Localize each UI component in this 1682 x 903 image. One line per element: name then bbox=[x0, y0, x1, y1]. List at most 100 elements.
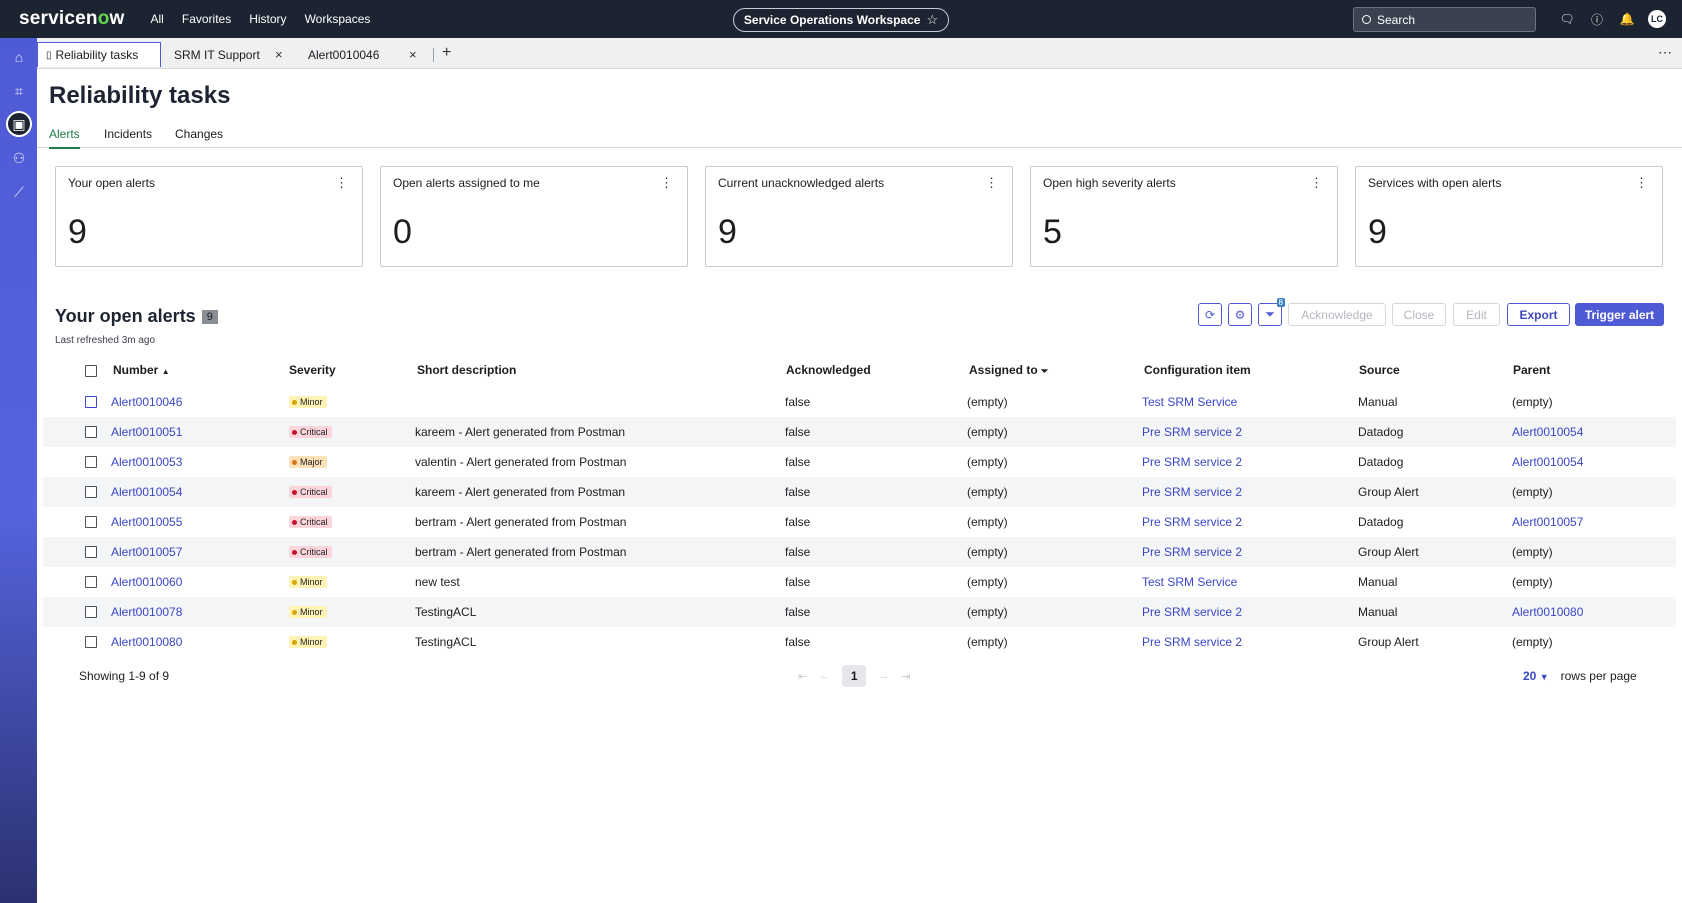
bell-icon[interactable]: 🔔 bbox=[1612, 12, 1642, 26]
configuration-item-link[interactable]: Pre SRM service 2 bbox=[1142, 485, 1242, 499]
tab-changes[interactable]: Changes bbox=[175, 127, 223, 147]
configuration-item-link[interactable]: Pre SRM service 2 bbox=[1142, 605, 1242, 619]
column-header-configuration-item[interactable]: Configuration item bbox=[1144, 363, 1251, 377]
parent-value[interactable]: Alert0010057 bbox=[1512, 515, 1583, 529]
alert-number-link[interactable]: Alert0010060 bbox=[111, 575, 182, 589]
star-icon[interactable]: ☆ bbox=[926, 12, 938, 28]
configuration-item-link[interactable]: Pre SRM service 2 bbox=[1142, 545, 1242, 559]
global-search-input[interactable]: Search bbox=[1353, 7, 1536, 32]
kebab-menu-icon[interactable]: ⋮ bbox=[660, 175, 673, 191]
configuration-item-link[interactable]: Pre SRM service 2 bbox=[1142, 455, 1242, 469]
column-header-parent[interactable]: Parent bbox=[1513, 363, 1550, 377]
servicenow-logo[interactable]: servicenow bbox=[19, 8, 125, 30]
settings-button[interactable]: ⚙ bbox=[1228, 303, 1252, 326]
alert-number-link[interactable]: Alert0010057 bbox=[111, 545, 182, 559]
parent-value[interactable]: Alert0010080 bbox=[1512, 605, 1583, 619]
row-checkbox[interactable] bbox=[85, 576, 97, 588]
kpi-card-unacknowledged[interactable]: Current unacknowledged alerts ⋮ 9 bbox=[705, 166, 1013, 267]
configuration-item-link[interactable]: Test SRM Service bbox=[1142, 575, 1237, 589]
row-checkbox[interactable] bbox=[85, 516, 97, 528]
table-row[interactable]: Alert0010078 Minor TestingACL false (empty) P… bbox=[43, 597, 1676, 627]
help-icon[interactable]: ⓘ bbox=[1582, 11, 1612, 28]
acknowledge-button[interactable]: Acknowledge bbox=[1288, 303, 1386, 326]
row-checkbox[interactable] bbox=[85, 456, 97, 468]
kebab-menu-icon[interactable]: ⋮ bbox=[1635, 175, 1648, 191]
row-checkbox[interactable] bbox=[85, 636, 97, 648]
configuration-item-link[interactable]: Test SRM Service bbox=[1142, 395, 1237, 409]
parent-value[interactable]: Alert0010054 bbox=[1512, 425, 1583, 439]
alert-number-link[interactable]: Alert0010055 bbox=[111, 515, 182, 529]
tab-alert[interactable]: Alert0010046 × bbox=[300, 42, 424, 67]
page-number[interactable]: 1 bbox=[842, 665, 867, 687]
alert-number-link[interactable]: Alert0010078 bbox=[111, 605, 182, 619]
first-page-icon[interactable]: ⇤ bbox=[798, 670, 807, 683]
refresh-button[interactable]: ⟳ bbox=[1198, 303, 1222, 326]
table-row[interactable]: Alert0010053 Major valentin - Alert genera… bbox=[43, 447, 1676, 477]
kpi-card-high-severity[interactable]: Open high severity alerts ⋮ 5 bbox=[1030, 166, 1338, 267]
alert-number-link[interactable]: Alert0010051 bbox=[111, 425, 182, 439]
alert-number-link[interactable]: Alert0010080 bbox=[111, 635, 182, 649]
alert-number-link[interactable]: Alert0010053 bbox=[111, 455, 182, 469]
column-header-severity[interactable]: Severity bbox=[289, 363, 336, 377]
group-icon[interactable]: ⚇ bbox=[6, 145, 32, 171]
row-checkbox[interactable] bbox=[85, 606, 97, 618]
tab-reliability-tasks[interactable]: ▯ Reliability tasks bbox=[37, 42, 161, 67]
edit-button[interactable]: Edit bbox=[1453, 303, 1500, 326]
kebab-menu-icon[interactable]: ⋮ bbox=[1310, 175, 1323, 191]
alert-number-link[interactable]: Alert0010054 bbox=[111, 485, 182, 499]
close-button[interactable]: Close bbox=[1392, 303, 1446, 326]
trigger-alert-button[interactable]: Trigger alert bbox=[1575, 303, 1664, 326]
kebab-menu-icon[interactable]: ⋮ bbox=[985, 175, 998, 191]
wand-icon[interactable]: ⟋ bbox=[6, 179, 32, 205]
table-row[interactable]: Alert0010046 Minor false (empty) Test SRM Se… bbox=[43, 387, 1676, 417]
select-all-checkbox[interactable] bbox=[85, 365, 97, 377]
row-checkbox[interactable] bbox=[85, 426, 97, 438]
alert-number-link[interactable]: Alert0010046 bbox=[111, 395, 182, 409]
export-button[interactable]: Export bbox=[1507, 303, 1570, 326]
close-icon[interactable]: × bbox=[409, 47, 417, 62]
nav-favorites[interactable]: Favorites bbox=[182, 12, 231, 26]
next-page-icon[interactable]: → bbox=[878, 670, 889, 682]
table-row[interactable]: Alert0010051 Critical kareem - Alert gener… bbox=[43, 417, 1676, 447]
configuration-item-link[interactable]: Pre SRM service 2 bbox=[1142, 635, 1242, 649]
configuration-item-link[interactable]: Pre SRM service 2 bbox=[1142, 425, 1242, 439]
table-row[interactable]: Alert0010057 Critical bertram - Alert gene… bbox=[43, 537, 1676, 567]
table-row[interactable]: Alert0010060 Minor new test false (empty) Tes… bbox=[43, 567, 1676, 597]
row-checkbox[interactable] bbox=[85, 546, 97, 558]
chat-icon[interactable]: 🗨 bbox=[1552, 12, 1582, 26]
nav-workspaces[interactable]: Workspaces bbox=[305, 12, 371, 26]
column-header-source[interactable]: Source bbox=[1359, 363, 1400, 377]
configuration-item-link[interactable]: Pre SRM service 2 bbox=[1142, 515, 1242, 529]
tab-incidents[interactable]: Incidents bbox=[104, 127, 152, 147]
kpi-card-assigned-to-me[interactable]: Open alerts assigned to me ⋮ 0 bbox=[380, 166, 688, 267]
filter-button[interactable]: ⏷ 8 bbox=[1258, 298, 1285, 326]
tab-srm-it-support[interactable]: SRM IT Support × bbox=[166, 42, 290, 67]
last-page-icon[interactable]: ⇥ bbox=[901, 670, 910, 683]
add-tab-icon[interactable]: + bbox=[442, 44, 451, 62]
previous-page-icon[interactable]: ← bbox=[819, 670, 830, 682]
column-header-acknowledged[interactable]: Acknowledged bbox=[786, 363, 871, 377]
row-checkbox[interactable] bbox=[85, 486, 97, 498]
tab-alerts[interactable]: Alerts bbox=[49, 127, 80, 149]
close-icon[interactable]: × bbox=[275, 47, 283, 62]
row-checkbox[interactable] bbox=[85, 396, 97, 408]
kebab-menu-icon[interactable]: ⋮ bbox=[335, 175, 348, 191]
table-row[interactable]: Alert0010054 Critical kareem - Alert gener… bbox=[43, 477, 1676, 507]
parent-value[interactable]: Alert0010054 bbox=[1512, 455, 1583, 469]
user-avatar[interactable]: LC bbox=[1648, 10, 1666, 28]
column-header-assigned-to[interactable]: Assigned to ⏷ bbox=[969, 363, 1048, 377]
rows-per-page-select[interactable]: 20 ▼ bbox=[1523, 669, 1549, 683]
table-row[interactable]: Alert0010080 Minor TestingACL false (empty) P… bbox=[43, 627, 1676, 657]
column-header-short-description[interactable]: Short description bbox=[417, 363, 516, 377]
hierarchy-icon[interactable]: ⌗ bbox=[6, 78, 32, 104]
nav-history[interactable]: History bbox=[249, 12, 286, 26]
home-icon[interactable]: ⌂ bbox=[6, 44, 32, 70]
kpi-card-your-open-alerts[interactable]: Your open alerts ⋮ 9 bbox=[55, 166, 363, 267]
clipboard-icon[interactable]: ▣ bbox=[6, 111, 32, 137]
workspace-selector[interactable]: Service Operations Workspace ☆ bbox=[733, 8, 949, 32]
more-options-icon[interactable]: ⋯ bbox=[1658, 44, 1672, 61]
kpi-card-services[interactable]: Services with open alerts ⋮ 9 bbox=[1355, 166, 1663, 267]
table-row[interactable]: Alert0010055 Critical bertram - Alert gene… bbox=[43, 507, 1676, 537]
nav-all[interactable]: All bbox=[151, 12, 164, 26]
column-header-number[interactable]: Number ▲ bbox=[113, 363, 170, 377]
